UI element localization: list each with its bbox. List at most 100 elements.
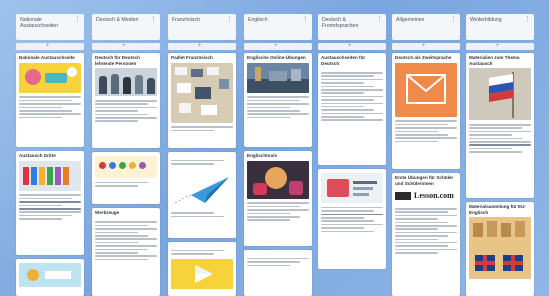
post-body xyxy=(168,123,236,136)
column-3: Französisch ⋮ + Padlet Französisch xyxy=(168,0,236,296)
column-6: Allgemeines ⋮ + Deutsch als Zweitsprache… xyxy=(392,0,460,296)
padlet-board: Nationale Austauschseiten ⋮ + Nationale … xyxy=(0,0,549,296)
column-title: Französisch xyxy=(172,17,200,23)
more-icon[interactable]: ⋮ xyxy=(302,16,309,23)
post-image xyxy=(247,62,309,93)
post-body xyxy=(244,93,312,123)
column-title: Deutsch & Fremdsprachen xyxy=(322,17,359,30)
post-body xyxy=(244,199,312,225)
column-title: Deutsch & Medien xyxy=(96,17,139,23)
plus-icon: + xyxy=(274,43,278,49)
post-image xyxy=(19,160,81,191)
column-header[interactable]: Französisch ⋮ xyxy=(168,14,236,40)
post-card[interactable] xyxy=(244,250,312,296)
brand-text: Lesson.com xyxy=(414,191,454,201)
post-image xyxy=(395,62,457,117)
post-card[interactable]: Padlet Französisch xyxy=(168,53,236,148)
add-post-button[interactable]: + xyxy=(168,43,236,50)
post-image xyxy=(247,160,309,199)
plus-icon: + xyxy=(422,43,426,49)
post-body xyxy=(92,178,160,191)
post-title: Padlet Französisch xyxy=(171,55,213,60)
more-icon[interactable]: ⋮ xyxy=(376,16,383,23)
post-title: Deutsch für Deutsch lehrende Personen xyxy=(95,55,140,66)
column-7: Weiterbildung ⋮ + Materialien zum Thema … xyxy=(466,0,534,296)
post-title: Austausch Dritte xyxy=(19,153,56,158)
add-post-button[interactable]: + xyxy=(392,43,460,50)
column-header[interactable]: Deutsch & Fremdsprachen ⋮ xyxy=(318,14,386,40)
post-card[interactable] xyxy=(318,169,386,269)
post-card[interactable] xyxy=(16,259,84,296)
post-title: Erste Übungen für Schüler und Schülerinn… xyxy=(395,175,454,186)
plus-icon: + xyxy=(46,43,50,49)
post-image xyxy=(95,68,157,97)
post-card[interactable]: Werkzeuge xyxy=(92,208,160,296)
column-title: Weiterbildung xyxy=(470,17,502,23)
post-card[interactable]: Materialsammlung für EU-Englisch xyxy=(466,202,534,296)
column-title: Allgemeines xyxy=(396,17,425,23)
post-image xyxy=(469,217,531,280)
post-body xyxy=(168,156,236,169)
post-card[interactable] xyxy=(92,152,160,204)
post-image xyxy=(321,173,383,203)
more-icon[interactable]: ⋮ xyxy=(450,16,457,23)
post-body xyxy=(466,120,534,156)
post-body xyxy=(168,246,236,259)
column-header[interactable]: Weiterbildung ⋮ xyxy=(466,14,534,40)
play-icon xyxy=(195,264,213,283)
post-body xyxy=(392,117,460,147)
column-header[interactable]: Englisch ⋮ xyxy=(244,14,312,40)
post-body xyxy=(92,218,160,264)
column-header[interactable]: Deutsch & Medien ⋮ xyxy=(92,14,160,40)
post-card[interactable] xyxy=(168,152,236,238)
post-card[interactable]: Englischtools xyxy=(244,151,312,246)
post-body xyxy=(392,204,460,257)
post-image xyxy=(469,68,531,121)
post-footer xyxy=(168,209,236,222)
add-post-button[interactable]: + xyxy=(318,43,386,50)
post-card[interactable]: Erste Übungen für Schüler und Schülerinn… xyxy=(392,173,460,296)
column-title: Englisch xyxy=(248,17,268,23)
post-image xyxy=(171,168,233,209)
paper-plane-icon xyxy=(174,176,229,204)
post-title: Englische Online-Übungen xyxy=(247,55,306,60)
more-icon[interactable]: ⋮ xyxy=(74,16,81,23)
plus-icon: + xyxy=(122,43,126,49)
plus-icon: + xyxy=(198,43,202,49)
post-title: Materialsammlung für EU-Englisch xyxy=(469,204,526,215)
post-card[interactable]: Austausch Dritte xyxy=(16,151,84,255)
post-title: Deutsch als Zweitsprache xyxy=(395,55,452,60)
post-image xyxy=(171,258,233,289)
add-post-button[interactable]: + xyxy=(16,43,84,50)
post-card[interactable]: Deutsch für Deutsch lehrende Personen xyxy=(92,53,160,148)
post-title: Austauschseiten für Deutsch xyxy=(321,55,366,66)
post-image xyxy=(171,62,233,123)
add-post-button[interactable]: + xyxy=(92,43,160,50)
post-card[interactable]: Nationale Austauschseite xyxy=(16,53,84,147)
post-title: Materialien zum Thema Austausch xyxy=(469,55,520,66)
flag-icon xyxy=(469,68,531,121)
add-post-button[interactable]: + xyxy=(466,43,534,50)
column-4: Englisch ⋮ + Englische Online-Übungen En… xyxy=(244,0,312,296)
post-body xyxy=(16,191,84,224)
column-header[interactable]: Nationale Austauschseiten ⋮ xyxy=(16,14,84,40)
more-icon[interactable]: ⋮ xyxy=(150,16,157,23)
plus-icon: + xyxy=(496,43,500,49)
post-card[interactable]: Englische Online-Übungen xyxy=(244,53,312,147)
post-card[interactable]: Austauschseiten für Deutsch xyxy=(318,53,386,165)
post-image xyxy=(19,263,81,287)
post-card[interactable]: Materialien zum Thema Austausch xyxy=(466,53,534,198)
more-icon[interactable]: ⋮ xyxy=(524,16,531,23)
post-body xyxy=(318,203,386,236)
post-title: Nationale Austauschseite xyxy=(19,55,75,60)
post-card[interactable]: Deutsch als Zweitsprache xyxy=(392,53,460,169)
column-header[interactable]: Allgemeines ⋮ xyxy=(392,14,460,40)
column-title: Nationale Austauschseiten xyxy=(20,17,59,30)
column-5: Deutsch & Fremdsprachen ⋮ + Austauschsei… xyxy=(318,0,386,296)
post-body xyxy=(92,96,160,126)
more-icon[interactable]: ⋮ xyxy=(226,16,233,23)
add-post-button[interactable]: + xyxy=(244,43,312,50)
post-image xyxy=(19,62,81,93)
post-card[interactable] xyxy=(168,242,236,296)
post-body xyxy=(244,254,312,270)
